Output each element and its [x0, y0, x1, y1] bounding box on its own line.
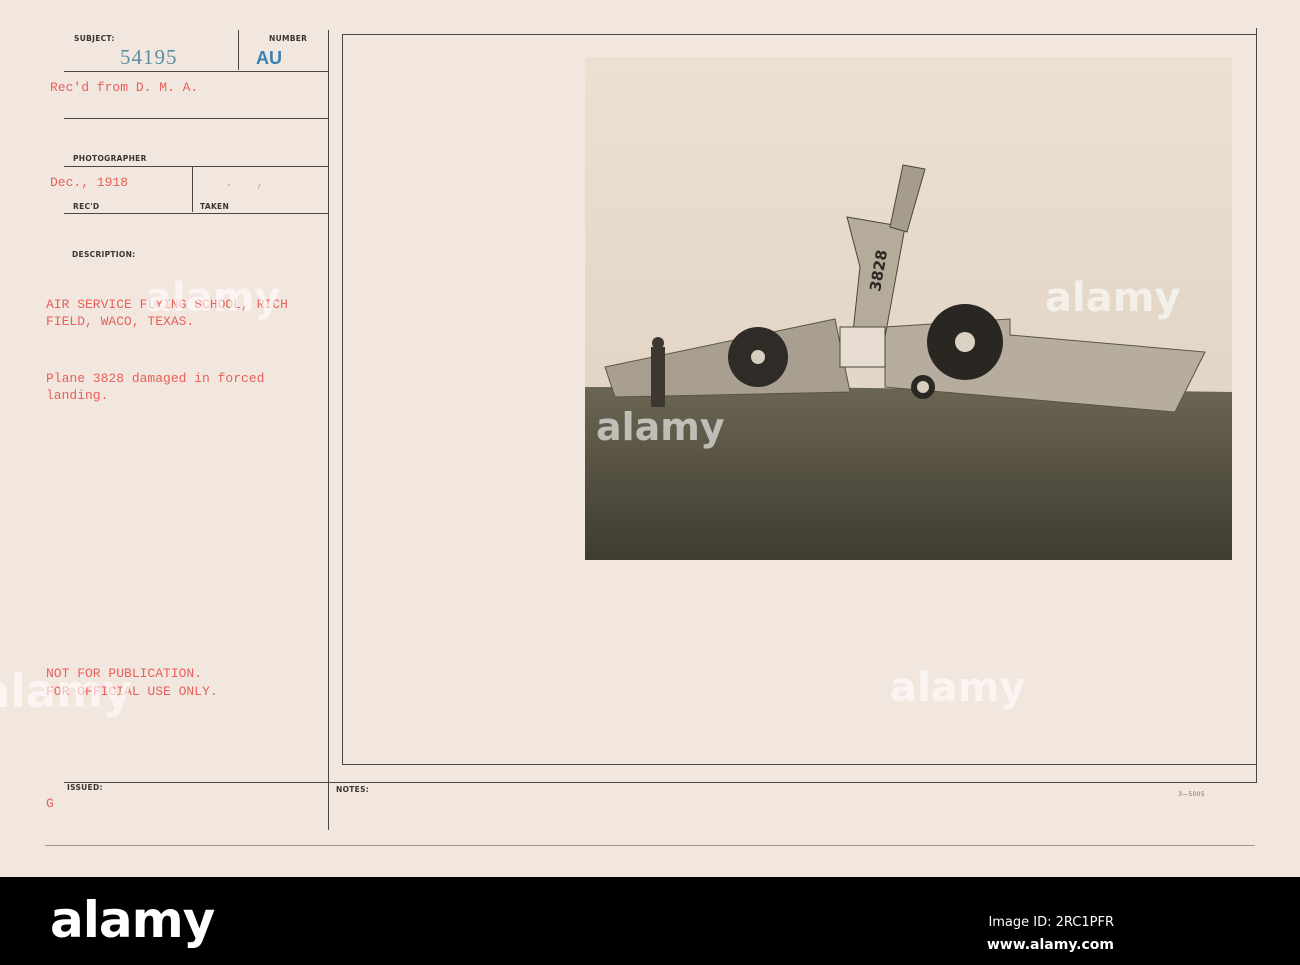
divider	[328, 30, 329, 830]
divider	[64, 118, 328, 119]
divider	[238, 30, 239, 70]
number-stamp: AU	[256, 48, 282, 68]
subject-label: SUBJECT:	[74, 34, 115, 43]
divider	[64, 166, 328, 167]
issued-label: ISSUED:	[67, 783, 103, 792]
cockpit	[839, 326, 886, 368]
stock-footer: alamy Image ID: 2RC1PFR www.alamy.com	[0, 877, 1300, 965]
received-date: Dec., 1918	[50, 175, 129, 190]
site-url: www.alamy.com	[986, 937, 1114, 953]
subject-number: 54195	[120, 45, 178, 69]
number-label: NUMBER	[269, 34, 308, 43]
form-number: 3—5005	[1178, 791, 1205, 798]
divider	[342, 34, 1256, 35]
photographer-label: PHOTOGRAPHER	[73, 154, 147, 163]
divider	[342, 34, 343, 764]
description-line: FIELD, WACO, TEXAS.	[46, 314, 195, 329]
crashed-plane-photo: 3828	[585, 57, 1232, 560]
taken-label: TAKEN	[200, 202, 230, 211]
divider	[342, 764, 1256, 765]
divider	[45, 845, 1255, 846]
divider	[64, 213, 328, 214]
taken-date: . ,	[225, 175, 265, 190]
watermark: alamy	[890, 665, 1026, 711]
divider	[64, 782, 1256, 783]
divider	[192, 167, 193, 212]
received-from: Rec'd from D. M. A.	[50, 80, 199, 95]
description-line: Plane 3828 damaged in forced	[46, 371, 265, 386]
soldier	[651, 347, 665, 407]
restriction-line: FOR OFFICIAL USE ONLY.	[46, 684, 218, 699]
notes-label: NOTES:	[336, 785, 370, 794]
description-line: landing.	[46, 388, 109, 403]
alamy-logo: alamy	[50, 891, 215, 949]
divider	[64, 71, 328, 72]
archive-card: SUBJECT: 54195 NUMBER AU Rec'd from D. M…	[0, 0, 1300, 877]
ground	[585, 387, 1232, 560]
divider	[1256, 28, 1257, 783]
recd-label: REC'D	[73, 202, 100, 211]
description-line: AIR SERVICE FLYING SCHOOL, RICH	[46, 297, 288, 312]
issued-value: G	[46, 796, 54, 811]
image-id: Image ID: 2RC1PFR	[988, 915, 1114, 930]
restriction-line: NOT FOR PUBLICATION.	[46, 666, 203, 681]
description-label: DESCRIPTION:	[72, 250, 136, 259]
